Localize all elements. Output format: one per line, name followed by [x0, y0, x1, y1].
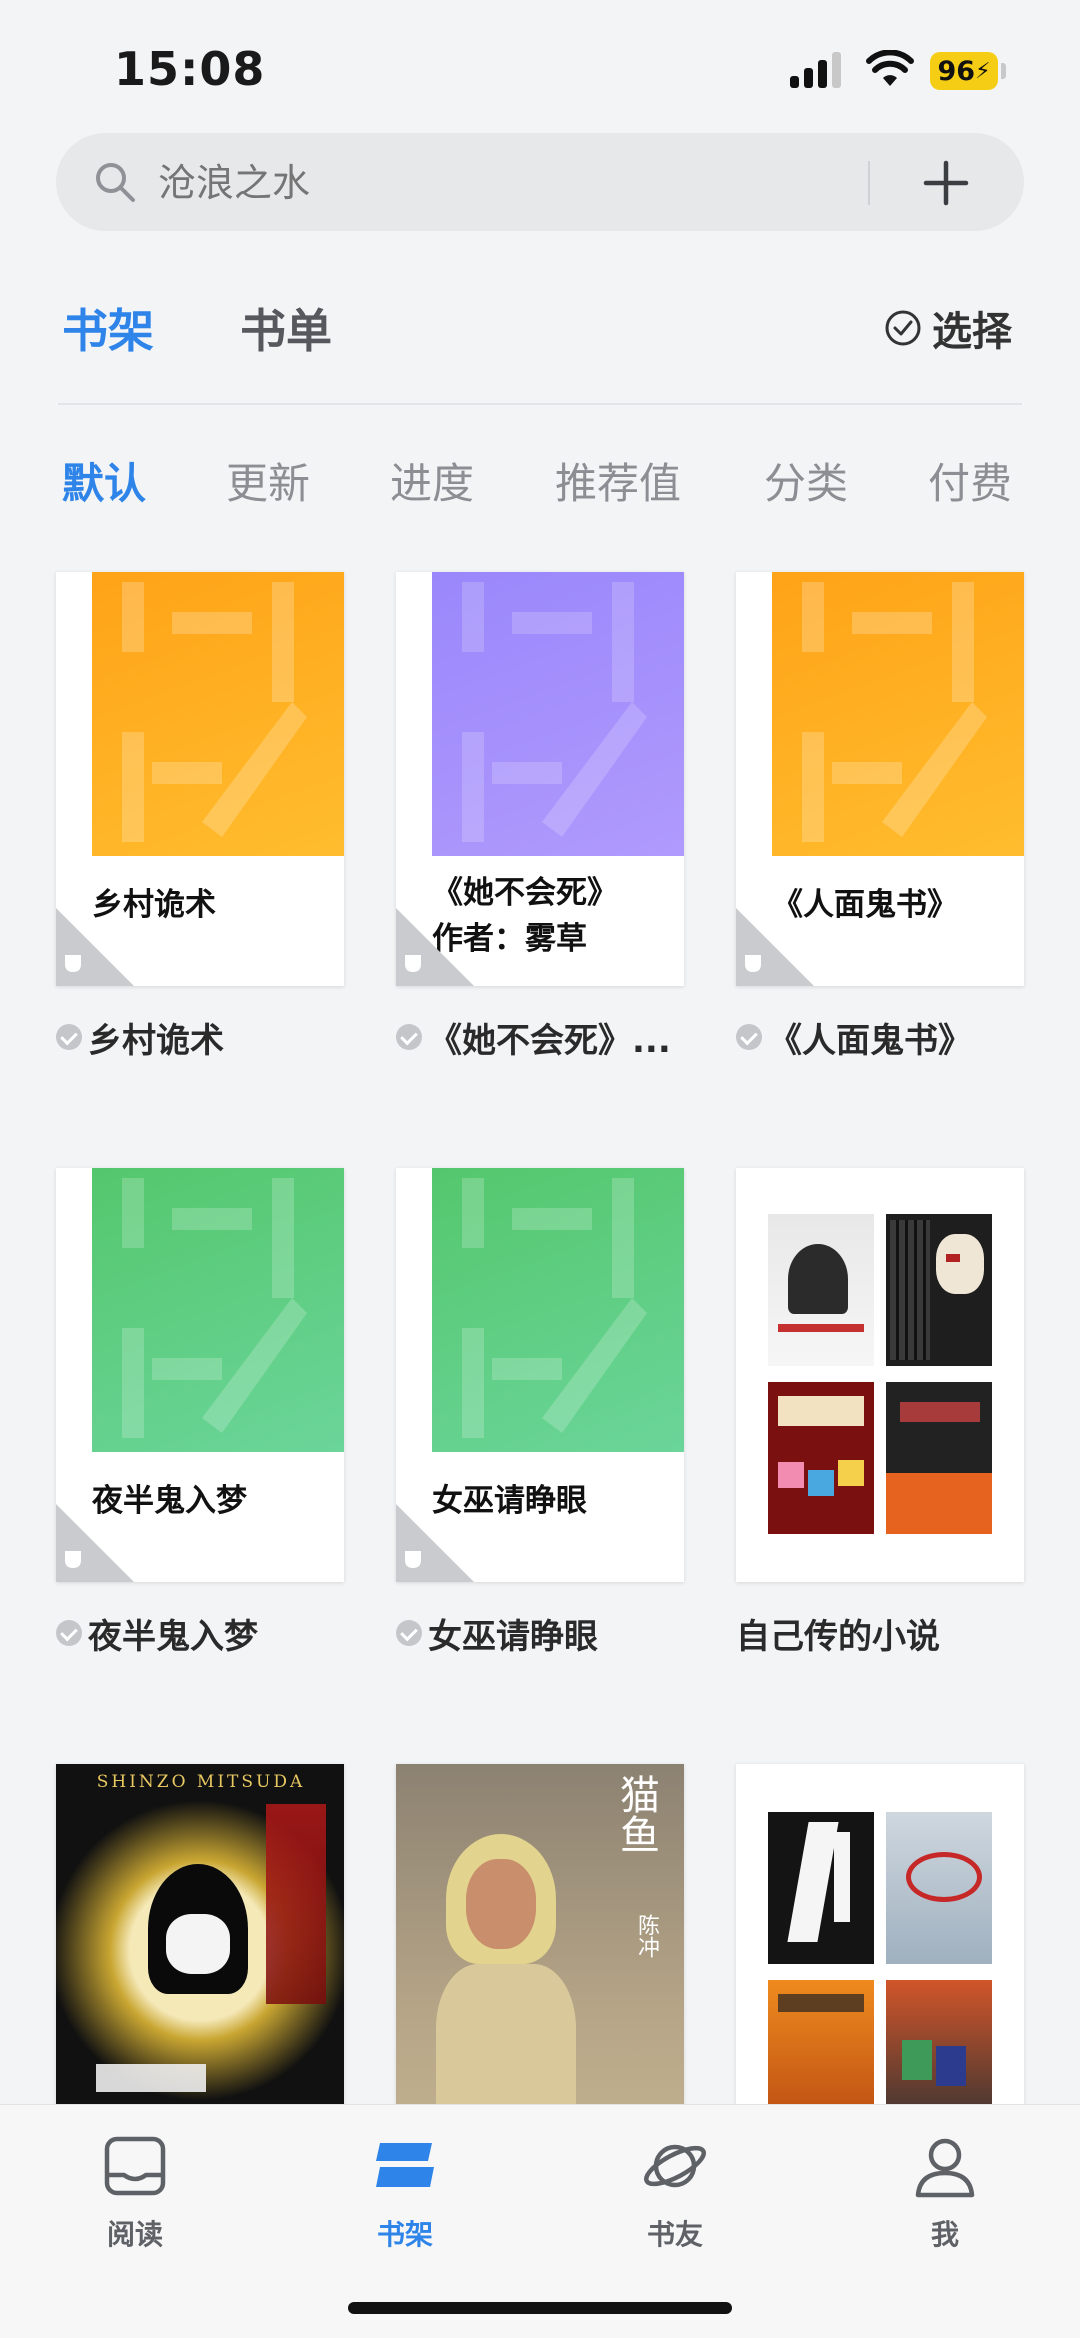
tab-booklist[interactable]: 书单 [240, 295, 332, 361]
cover-art [92, 572, 344, 856]
book-label: 夜半鬼入梦 [56, 1608, 356, 1658]
downloaded-icon [56, 1024, 82, 1050]
nav-me[interactable]: 我 [875, 2131, 1015, 2253]
sort-tab-recommend[interactable]: 推荐值 [555, 450, 681, 511]
book-title: 夜半鬼入梦 [88, 1616, 258, 1657]
nav-label: 书架 [376, 2218, 433, 2251]
mini-cover [768, 1812, 874, 1964]
tabs-divider [58, 403, 1022, 405]
book-label: 女巫请睁眼 [396, 1608, 696, 1658]
bookshelf-icon [376, 2143, 434, 2187]
person-icon [915, 2138, 975, 2198]
cover-face [466, 1859, 536, 1949]
book-cover[interactable]: 《她不会死》 作者：雾草 [396, 572, 684, 986]
search-bar[interactable] [56, 133, 1024, 233]
nav-friends[interactable]: 书友 [605, 2131, 745, 2253]
collection-collage [768, 1812, 992, 2134]
cover-text: SHINZO MITSUDA [96, 1772, 306, 1792]
mask-icon [405, 1551, 421, 1568]
wifi-icon [866, 50, 914, 86]
sort-tab-category[interactable]: 分类 [764, 450, 848, 511]
book-label: 乡村诡术 [56, 1012, 356, 1062]
downloaded-icon [56, 1620, 82, 1646]
cover-art [432, 1168, 684, 1452]
downloaded-icon [396, 1024, 422, 1050]
planet-icon [644, 2144, 706, 2188]
battery-tip [1001, 63, 1006, 79]
cover-white-text [96, 2064, 206, 2092]
book-cover[interactable]: 夜半鬼入梦 [56, 1168, 344, 1582]
cover-author: 陈冲 [634, 1914, 659, 1958]
sort-tab-default[interactable]: 默认 [62, 450, 146, 511]
book-cover[interactable]: 《人面鬼书》 [736, 572, 1024, 986]
book-title: 女巫请睁眼 [428, 1616, 598, 1657]
search-icon [96, 163, 135, 202]
battery-icon: 96 ⚡ [930, 52, 998, 90]
search-input[interactable] [156, 133, 900, 233]
mask-icon [745, 955, 761, 972]
book-title: 自己传的小说 [736, 1616, 940, 1657]
search-divider [868, 161, 870, 205]
cover-corner [736, 908, 814, 986]
book-label: 《人面鬼书》 [736, 1012, 1036, 1062]
status-time: 15:08 [114, 42, 266, 96]
cellular-signal-icon [790, 52, 844, 88]
cover-corner [396, 1504, 474, 1582]
collection-collage [768, 1214, 992, 1536]
collection-cover[interactable] [736, 1168, 1024, 1582]
mask-icon [65, 1551, 81, 1568]
sort-tab-update[interactable]: 更新 [226, 450, 310, 511]
mini-cover [886, 1214, 992, 1366]
plus-icon[interactable] [918, 155, 974, 211]
home-indicator[interactable] [348, 2302, 732, 2314]
book-open-icon [104, 2136, 166, 2196]
cover-art [92, 1168, 344, 1452]
nav-bookshelf[interactable]: 书架 [335, 2131, 475, 2253]
book-cover[interactable]: 乡村诡术 [56, 572, 344, 986]
sort-tab-paid[interactable]: 付费 [928, 450, 1012, 511]
mini-cover [768, 1382, 874, 1534]
select-button[interactable]: 选择 [884, 300, 1012, 356]
book-label: 自己传的小说 [736, 1608, 1036, 1658]
nav-label: 阅读 [106, 2218, 163, 2251]
check-circle-icon [885, 310, 921, 346]
downloaded-icon [736, 1024, 762, 1050]
nav-label: 我 [930, 2218, 959, 2251]
cover-art [432, 572, 684, 856]
book-cover[interactable]: 女巫请睁眼 [396, 1168, 684, 1582]
status-bar: 15:08 96 ⚡ [0, 0, 1080, 130]
mini-cover [886, 1812, 992, 1964]
cover-corner [396, 908, 474, 986]
battery-level: 96 [937, 55, 976, 87]
tab-bookshelf[interactable]: 书架 [62, 295, 154, 361]
mask-icon [405, 955, 421, 972]
book-title: 《她不会死》... [428, 1020, 671, 1061]
downloaded-icon [396, 1620, 422, 1646]
cover-face [166, 1914, 230, 1974]
cover-corner [56, 908, 134, 986]
mini-cover [886, 1382, 992, 1534]
cover-art [772, 572, 1024, 856]
book-label: 《她不会死》... [396, 1012, 696, 1062]
sort-tab-progress[interactable]: 进度 [390, 450, 474, 511]
mask-icon [65, 955, 81, 972]
cover-corner [56, 1504, 134, 1582]
book-title: 乡村诡术 [88, 1020, 224, 1061]
mini-cover [768, 1214, 874, 1366]
cover-red-text [266, 1804, 326, 2004]
select-label: 选择 [932, 309, 1012, 355]
nav-label: 书友 [646, 2218, 703, 2251]
book-title: 《人面鬼书》 [768, 1020, 972, 1061]
nav-read[interactable]: 阅读 [65, 2131, 205, 2253]
cover-title: 猫鱼 [613, 1774, 659, 1854]
